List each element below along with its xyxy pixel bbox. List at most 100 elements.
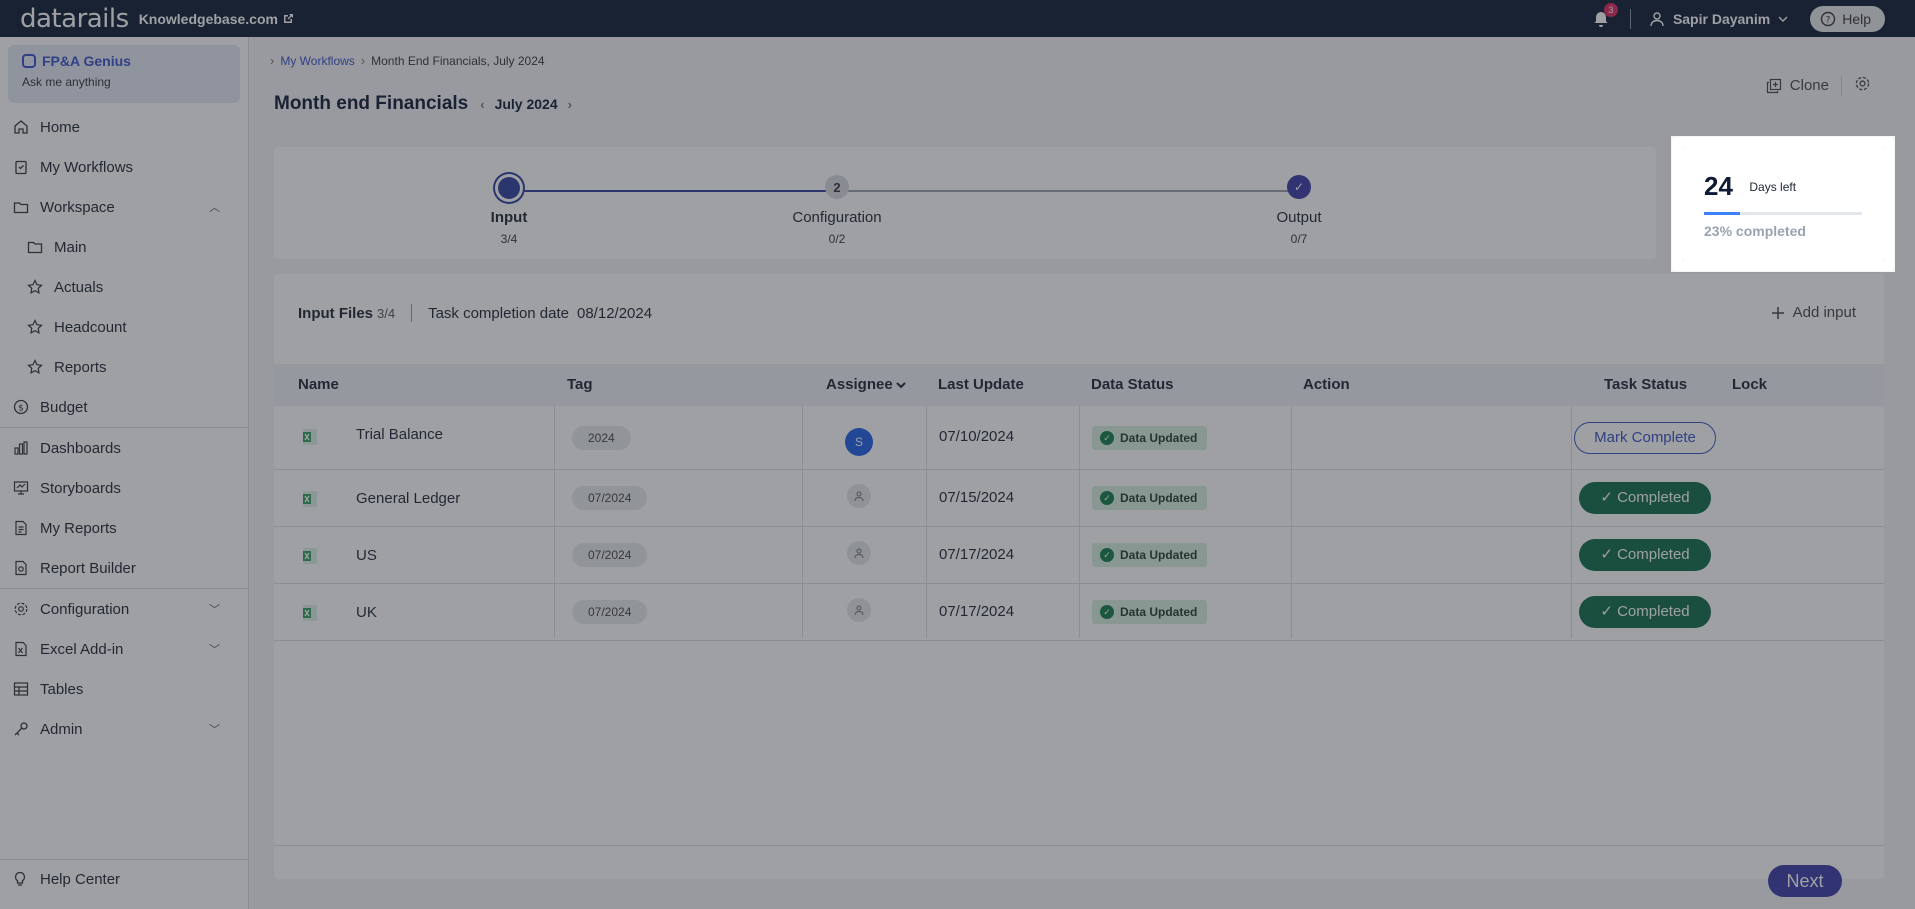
help-label: Help (1842, 10, 1871, 27)
lightbulb-icon (12, 871, 30, 889)
sidebar-item-actuals[interactable]: Actuals (0, 267, 248, 307)
data-status-text: Data Updated (1120, 491, 1198, 505)
col-data-status[interactable]: Data Status (1091, 376, 1174, 393)
table-row[interactable]: US 07/2024 07/17/2024 ✓ Data Updated ✓ C… (274, 527, 1884, 584)
help-center-label: Help Center (40, 871, 121, 888)
sidebar-item-workspace[interactable]: Workspace ︿ (0, 187, 248, 227)
sidebar-item-label: Headcount (54, 318, 127, 336)
sidebar-item-reports[interactable]: Reports (0, 347, 248, 387)
notifications-bell[interactable]: 3 (1592, 2, 1618, 28)
sidebar-item-admin[interactable]: Admin ﹀ (0, 709, 248, 749)
sidebar-item-storyboards[interactable]: Storyboards (0, 468, 248, 508)
last-update: 07/17/2024 (939, 603, 1015, 620)
sidebar-item-main[interactable]: Main (0, 227, 248, 267)
completed-label: Completed (1617, 603, 1690, 620)
settings-button[interactable] (1854, 75, 1871, 96)
tag-chip[interactable]: 07/2024 (572, 543, 648, 567)
excel-file-icon (303, 491, 317, 507)
chevron-down-icon (1778, 16, 1788, 22)
question-icon: ? (1821, 11, 1836, 26)
data-status-badge: ✓ Data Updated (1092, 486, 1208, 510)
table-icon (12, 680, 30, 698)
tag-chip[interactable]: 07/2024 (572, 486, 648, 510)
workflow-stepper: Input 3/4 2 Configuration 0/2 ✓ Output 0… (274, 147, 1656, 259)
completed-badge[interactable]: ✓ Completed (1579, 596, 1711, 628)
assignee-avatar[interactable]: S (845, 428, 873, 456)
prev-period-button[interactable]: ‹ (480, 97, 484, 112)
user-menu[interactable]: Sapir Dayanim (1649, 11, 1788, 27)
tag-chip[interactable]: 2024 (572, 426, 631, 450)
completion-date: 08/12/2024 (577, 304, 653, 322)
sidebar-item-tables[interactable]: Tables (0, 669, 248, 709)
sidebar-item-headcount[interactable]: Headcount (0, 307, 248, 347)
next-period-button[interactable]: › (568, 97, 572, 112)
completed-badge[interactable]: ✓ Completed (1579, 539, 1711, 571)
col-assignee[interactable]: Assignee (826, 376, 907, 393)
svg-text:?: ? (1826, 15, 1831, 25)
external-link-icon (283, 13, 293, 23)
breadcrumb-current: Month End Financials, July 2024 (371, 53, 545, 68)
col-last-update[interactable]: Last Update (938, 376, 1024, 393)
assignee-placeholder[interactable] (847, 598, 871, 622)
sidebar-item-configuration[interactable]: Configuration ﹀ (0, 589, 248, 629)
sidebar-item-budget[interactable]: $ Budget (0, 387, 248, 427)
excel-file-icon (303, 605, 317, 621)
step-label: Input (490, 209, 528, 226)
fpa-genius-panel[interactable]: FP&A Genius Ask me anything (8, 45, 240, 103)
breadcrumb: › My Workflows › Month End Financials, J… (270, 53, 545, 68)
step-count: 0/2 (828, 232, 846, 246)
sidebar-item-my-workflows[interactable]: My Workflows (0, 147, 248, 187)
col-action: Action (1303, 376, 1350, 393)
input-files-count: 3/4 (377, 305, 396, 321)
step-configuration[interactable]: 2 Configuration 0/2 (777, 175, 897, 246)
table-row[interactable]: Trial Balance 2024 S 07/10/2024 ✓ Data U… (274, 406, 1884, 470)
sidebar-item-report-builder[interactable]: Report Builder (0, 548, 248, 588)
page-title: Month end Financials (274, 93, 469, 114)
step-count: 0/7 (1290, 232, 1308, 246)
input-files-header: Input Files 3/4 Task completion date 08/… (298, 304, 652, 322)
site-link[interactable]: Knowledgebase.com (139, 11, 294, 27)
col-task-status[interactable]: Task Status (1604, 376, 1687, 393)
plus-icon (1771, 306, 1784, 319)
star-icon (26, 358, 44, 376)
sidebar-item-help-center[interactable]: Help Center (0, 859, 248, 899)
clone-button[interactable]: Clone (1766, 77, 1829, 94)
breadcrumb-my-workflows[interactable]: My Workflows (280, 54, 354, 68)
check-icon: ✓ (1600, 489, 1618, 506)
assignee-placeholder[interactable] (847, 484, 871, 508)
sidebar-item-excel-add-in[interactable]: Excel Add-in ﹀ (0, 629, 248, 669)
clone-label: Clone (1789, 77, 1829, 94)
add-input-button[interactable]: Add input (1771, 304, 1856, 321)
file-name[interactable]: US (356, 547, 377, 564)
col-name[interactable]: Name (298, 376, 339, 393)
sidebar-item-home[interactable]: Home (0, 107, 248, 147)
datarails-logo[interactable]: datarails (20, 4, 129, 34)
title-row: Month end Financials ‹ July 2024 › (274, 93, 572, 115)
file-name[interactable]: General Ledger (356, 490, 460, 507)
genius-title-row: FP&A Genius (22, 53, 226, 69)
table-row[interactable]: UK 07/2024 07/17/2024 ✓ Data Updated ✓ C… (274, 584, 1884, 641)
col-tag[interactable]: Tag (567, 376, 593, 393)
assignee-placeholder[interactable] (847, 541, 871, 565)
tag-chip[interactable]: 07/2024 (572, 600, 648, 624)
file-name[interactable]: Trial Balance (356, 426, 443, 443)
sidebar-item-dashboards[interactable]: Dashboards (0, 428, 248, 468)
step-input[interactable]: Input 3/4 (449, 175, 569, 246)
next-button[interactable]: Next (1768, 865, 1842, 897)
input-files-panel: Input Files 3/4 Task completion date 08/… (274, 274, 1884, 897)
file-name[interactable]: UK (356, 604, 377, 621)
chevron-down-icon: ﹀ (209, 644, 220, 656)
mark-complete-button[interactable]: Mark Complete (1574, 422, 1716, 454)
completed-badge[interactable]: ✓ Completed (1579, 482, 1711, 514)
period-selector: ‹ July 2024 › (480, 96, 572, 112)
help-button[interactable]: ? Help (1810, 5, 1885, 32)
genius-title: FP&A Genius (42, 53, 131, 69)
sidebar-item-my-reports[interactable]: My Reports (0, 508, 248, 548)
table-row[interactable]: General Ledger 07/2024 07/15/2024 ✓ Data… (274, 470, 1884, 527)
step-label: Output (1276, 209, 1322, 226)
data-status-badge: ✓ Data Updated (1092, 600, 1208, 624)
star-icon (26, 318, 44, 336)
sidebar-item-label: Tables (40, 680, 84, 698)
step-output[interactable]: ✓ Output 0/7 (1239, 175, 1359, 246)
check-icon: ✓ (1600, 603, 1618, 620)
